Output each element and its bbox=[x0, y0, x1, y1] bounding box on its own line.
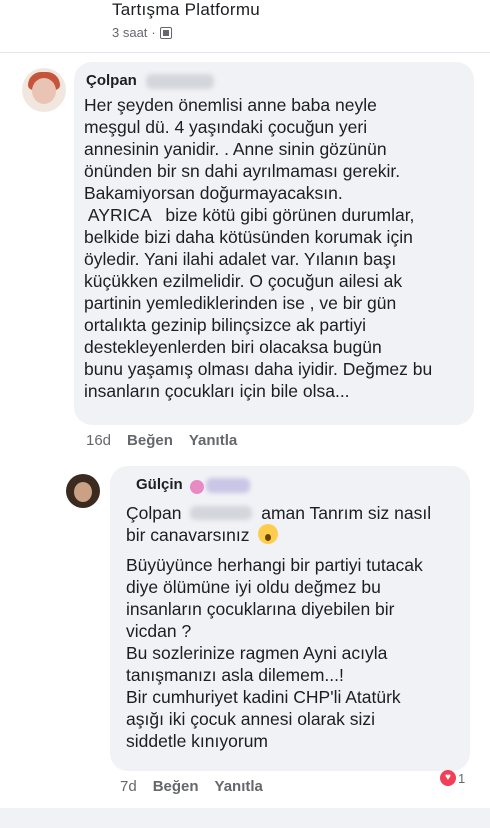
comment-line: aşığı iki çocuk annesi olarak sizi bbox=[126, 709, 375, 729]
comment-line: AYRICA bize kötü gibi görünen durumlar, bbox=[84, 205, 415, 225]
comment-line: Her şeyden önemlisi anne baba neyle bbox=[84, 95, 377, 115]
comment-line: meşgul dü. 4 yaşındaki çocuğun yeri bbox=[84, 117, 368, 137]
comment-line-text: bir canavarsınız bbox=[126, 525, 250, 545]
comment-line: bir canavarsınız bbox=[126, 524, 466, 546]
reply-bubble: Gülçin Çolpan aman Tanrım siz nasıl bir … bbox=[110, 466, 470, 771]
comment-line: vicdan ? bbox=[126, 621, 192, 641]
page-name[interactable]: Tartışma Platformu bbox=[112, 0, 260, 20]
comment-line: insanların çocuklarına diyebilen bir bbox=[126, 599, 395, 619]
comment-text: Çolpan aman Tanrım siz nasıl bir canavar… bbox=[126, 502, 466, 752]
avatar[interactable] bbox=[22, 68, 66, 112]
comment-line: bunu yaşamış olması daha iyidir. Değmez … bbox=[84, 359, 433, 379]
post-time[interactable]: 3 saat bbox=[112, 25, 147, 40]
scream-emoji-icon bbox=[258, 524, 279, 544]
divider bbox=[0, 52, 490, 53]
like-button[interactable]: Beğen bbox=[127, 432, 173, 449]
blurred-surname bbox=[146, 74, 214, 89]
comment-line: insanların çocukları için bile olsa... bbox=[84, 381, 350, 401]
blurred-mention-surname bbox=[190, 506, 253, 520]
comment-time[interactable]: 16d bbox=[86, 432, 111, 449]
post-header: Tartışma Platformu 3 saat · bbox=[0, 0, 490, 60]
comment-time[interactable]: 7d bbox=[120, 778, 137, 795]
comment-line: küçükken ezilmelidir. O çocuğun ailesi a… bbox=[84, 271, 403, 291]
like-button[interactable]: Beğen bbox=[153, 778, 199, 795]
friends-list-icon bbox=[159, 26, 172, 39]
comment-line: Bakamiyorsan doğurmayacaksın. bbox=[84, 183, 343, 203]
comment-author[interactable]: Çolpan bbox=[86, 72, 137, 89]
comment-line: Bu sozlerinize ragmen Ayni acıyla bbox=[126, 643, 388, 663]
comment-author[interactable]: Gülçin bbox=[136, 476, 183, 493]
comment-line: tanışmanızı asla dilemem...! bbox=[126, 665, 344, 685]
mention[interactable]: Çolpan bbox=[126, 503, 181, 523]
heart-reaction-icon: ♥ bbox=[440, 770, 456, 786]
comment-actions: 16d Beğen Yanıtla bbox=[86, 432, 237, 449]
reaction-count[interactable]: ♥ 1 bbox=[440, 770, 465, 786]
reply-button[interactable]: Yanıtla bbox=[215, 778, 263, 795]
comment-line: önünden bir sn dahi ayrılmaması gerekir. bbox=[84, 161, 401, 181]
comment-line-rest: aman Tanrım siz nasıl bbox=[261, 503, 432, 523]
comment-text: Her şeyden önemlisi anne baba neyle meşg… bbox=[84, 94, 469, 402]
comment-line: siddetle kınıyorum bbox=[126, 731, 269, 751]
comment-bubble: Çolpan Her şeyden önemlisi anne baba ney… bbox=[74, 62, 474, 425]
blurred-surname bbox=[206, 478, 250, 493]
flower-emoji-icon bbox=[190, 480, 204, 494]
comment-line: öyledir. Yani ilahi adalet var. Yılanın … bbox=[84, 249, 397, 269]
comment-line: Çolpan aman Tanrım siz nasıl bbox=[126, 502, 466, 524]
comment-line: Bir cumhuriyet kadini CHP'li Atatürk bbox=[126, 687, 401, 707]
comment-line: belkide bizi daha kötüsünden korumak içi… bbox=[84, 227, 413, 247]
post-meta: 3 saat · bbox=[112, 25, 172, 40]
comment-composer[interactable] bbox=[0, 808, 490, 828]
avatar-face bbox=[32, 78, 56, 104]
comment-line: annesinin yanidir. . Anne sinin gözünün bbox=[84, 139, 387, 159]
meta-separator: · bbox=[151, 25, 156, 40]
comment-line: ortalıkta gezinip bilinçsizce ak partiyi bbox=[84, 315, 367, 335]
comment-line: partinin yemlediklerinden ise , ve bir g… bbox=[84, 293, 397, 313]
comment-line: diye ölümüne iyi oldu değmez bu bbox=[126, 577, 381, 597]
comment-line: Büyüyünce herhangi bir partiyi tutacak bbox=[126, 555, 423, 575]
avatar-face bbox=[74, 482, 92, 502]
reaction-number: 1 bbox=[458, 770, 466, 786]
comment-actions: 7d Beğen Yanıtla bbox=[120, 778, 263, 795]
reply-button[interactable]: Yanıtla bbox=[189, 432, 237, 449]
comment-line: destekleyenlerden biri olacaksa bugün bbox=[84, 337, 382, 357]
avatar[interactable] bbox=[66, 474, 100, 508]
